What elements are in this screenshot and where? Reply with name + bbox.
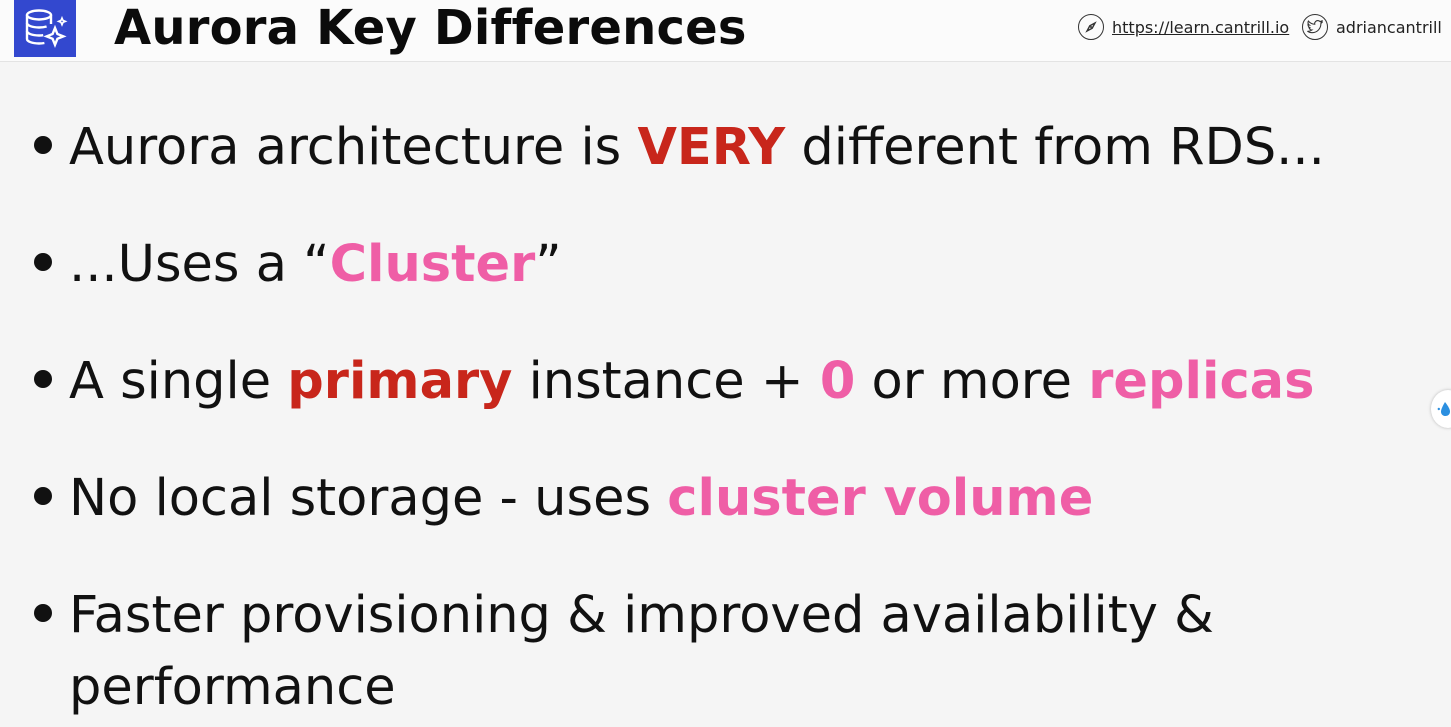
- bullet-text-part: or more: [855, 352, 1089, 411]
- emphasis-very: VERY: [637, 118, 786, 177]
- bullet-text-part: A single: [69, 352, 288, 411]
- course-link-text[interactable]: https://learn.cantrill.io: [1112, 18, 1289, 37]
- bullet-text-part: Aurora architecture is: [69, 118, 638, 177]
- twitter-icon: [1302, 14, 1328, 40]
- bullet-dot: [34, 487, 52, 505]
- bullet-text-part: No local storage - uses: [69, 469, 668, 528]
- page-title: Aurora Key Differences: [114, 0, 747, 56]
- bullet-text: ...Uses a “Cluster”: [69, 229, 562, 301]
- twitter-handle: adriancantrill: [1302, 12, 1442, 42]
- emphasis-zero: 0: [819, 352, 856, 411]
- aurora-logo: [14, 0, 76, 57]
- emphasis-replicas: replicas: [1088, 352, 1315, 411]
- side-widget[interactable]: [1431, 390, 1451, 428]
- bullet-text-part: ...Uses a “: [69, 235, 330, 294]
- bullet-text: No local storage - uses cluster volume: [69, 463, 1093, 535]
- compass-icon: [1078, 14, 1104, 40]
- droplet-icon: [1437, 402, 1450, 416]
- bullet-text-part: instance +: [512, 352, 820, 411]
- bullet-dot: [34, 370, 52, 388]
- emphasis-cluster-volume: cluster volume: [667, 469, 1094, 528]
- bullet-text: Aurora architecture is VERY different fr…: [69, 112, 1325, 184]
- emphasis-primary: primary: [287, 352, 513, 411]
- bullet-text: A single primary instance + 0 or more re…: [69, 346, 1314, 418]
- bullet-dot: [34, 253, 52, 271]
- bullet-text-part: different from RDS...: [785, 118, 1325, 177]
- bullet-dot: [34, 604, 52, 622]
- emphasis-cluster: Cluster: [329, 235, 536, 294]
- course-link[interactable]: https://learn.cantrill.io: [1078, 12, 1289, 42]
- slide: Aurora Key Differences https://learn.can…: [0, 0, 1451, 727]
- slide-header: Aurora Key Differences https://learn.can…: [0, 0, 1451, 62]
- database-sparkle-icon: [25, 8, 68, 48]
- bullet-text-part: ”: [535, 235, 562, 294]
- bullet-dot: [34, 136, 52, 154]
- bullet-text: Faster provisioning & improved availabil…: [69, 586, 1214, 717]
- twitter-handle-text: adriancantrill: [1336, 17, 1442, 37]
